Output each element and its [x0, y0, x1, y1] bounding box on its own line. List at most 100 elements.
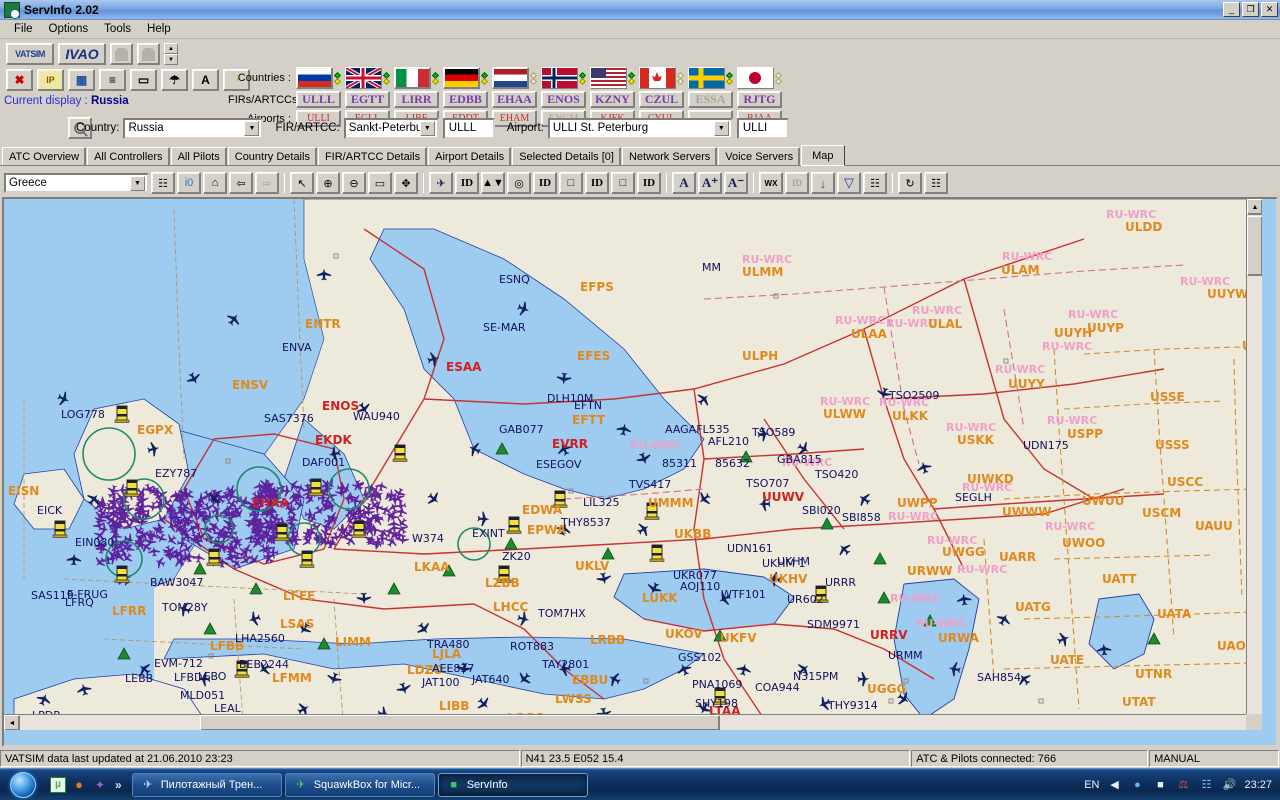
map-properties-button[interactable]: ☷ [151, 172, 175, 194]
menu-item-help[interactable]: Help [139, 21, 179, 37]
atc-tower-icon[interactable] [299, 550, 315, 568]
forward-button[interactable]: ⇨ [255, 172, 279, 194]
atc-tower-icon[interactable] [392, 444, 408, 462]
menu-item-tools[interactable]: Tools [96, 21, 139, 37]
maximize-button[interactable]: ❐ [1242, 2, 1259, 17]
show-aircraft-button[interactable]: ✈ [429, 172, 453, 194]
fir-button-lirr[interactable]: LIRR [394, 91, 439, 108]
country-cell-de[interactable] [443, 67, 490, 89]
taskbar-item-1[interactable]: ✈ Пилотажный Трен... [131, 772, 282, 797]
zoom-in-button[interactable]: ⊕ [316, 172, 340, 194]
country-cell-gb[interactable] [345, 67, 392, 89]
fir-id-button[interactable]: ID [533, 172, 557, 194]
atc-tower-icon[interactable] [308, 478, 324, 496]
minimize-button[interactable]: _ [1223, 2, 1240, 17]
airport-id-button[interactable]: ID [637, 172, 661, 194]
pilots-button[interactable] [110, 43, 133, 65]
font-larger-button[interactable]: A⁺ [698, 172, 722, 194]
chevron-up-icon[interactable]: ◀ [1106, 777, 1122, 793]
atc-tower-icon[interactable] [649, 544, 665, 562]
country-cell-us[interactable] [590, 67, 637, 89]
country-cell-ca[interactable] [639, 67, 686, 89]
tab-country-details[interactable]: Country Details [227, 147, 317, 165]
sector-id-button[interactable]: ID [585, 172, 609, 194]
fir-button-edbb[interactable]: EDBB [443, 91, 488, 108]
list-button[interactable]: ≡ [99, 69, 126, 91]
taskbar-item-2[interactable]: ✈ SquawkBox for Micr... [284, 772, 435, 797]
back-button[interactable]: ⇦ [229, 172, 253, 194]
clock[interactable]: 23:27 [1244, 779, 1272, 791]
fir-button-essa[interactable]: ESSA [688, 91, 733, 108]
fir-button-ehaa[interactable]: EHAA [492, 91, 537, 108]
vertical-scroll-thumb[interactable] [1247, 216, 1262, 276]
country-cell-it[interactable] [394, 67, 441, 89]
chevron-down-icon[interactable]: ▼ [244, 120, 260, 136]
menu-item-options[interactable]: Options [41, 21, 97, 37]
grid-button[interactable]: ▦ [68, 69, 95, 91]
ivao-logo-button[interactable]: IVAO [58, 43, 106, 65]
zoom-box-button[interactable]: ▭ [368, 172, 392, 194]
close-button[interactable]: ✕ [1261, 2, 1278, 17]
fir-button-egtt[interactable]: EGTT [345, 91, 390, 108]
atc-tower-icon[interactable] [114, 405, 130, 423]
country-cell-ru[interactable] [296, 67, 343, 89]
show-atc-button[interactable]: ▲▼ [481, 172, 505, 194]
airport-code-field[interactable]: ULLI [736, 117, 789, 139]
atc-tower-icon[interactable] [124, 479, 140, 497]
map-horizontal-scrollbar[interactable]: ◄ ► [4, 714, 1262, 730]
aircraft-id-button[interactable]: ID [455, 172, 479, 194]
tab-voice-servers[interactable]: Voice Servers [718, 147, 801, 165]
zoom-out-button[interactable]: ⊖ [342, 172, 366, 194]
select-pointer-button[interactable]: ↖ [290, 172, 314, 194]
taskbar-item-3[interactable]: ■ ServInfo [437, 772, 588, 797]
country-cell-jp[interactable] [737, 67, 784, 89]
pan-button[interactable]: ✥ [394, 172, 418, 194]
fir-button-rjtg[interactable]: RJTG [737, 91, 782, 108]
show-sector-button[interactable]: □ [559, 172, 583, 194]
fir-button-czul[interactable]: CZUL [639, 91, 684, 108]
volume-icon[interactable]: 🔊 [1221, 777, 1237, 793]
atc-tower-icon[interactable] [52, 520, 68, 538]
horizontal-scroll-thumb[interactable] [200, 715, 720, 730]
country-cell-se[interactable] [688, 67, 735, 89]
app-icon[interactable]: ✦ [92, 777, 108, 793]
weather-id-button[interactable]: ID [785, 172, 809, 194]
chat-button[interactable]: ▭ [130, 69, 157, 91]
spinner-up-icon[interactable]: ▲ [164, 43, 178, 54]
show-fir-button[interactable]: ◎ [507, 172, 531, 194]
atc-tower-icon[interactable] [274, 523, 290, 541]
airport-select[interactable]: ULLI St. Peterburg ▼ [547, 117, 733, 139]
fir-button-enos[interactable]: ENOS [541, 91, 586, 108]
chevron-down-icon[interactable]: ▼ [419, 120, 435, 136]
font-button[interactable]: A [192, 69, 219, 91]
tab-atc-overview[interactable]: ATC Overview [2, 147, 87, 165]
atc-tower-icon[interactable] [206, 548, 222, 566]
scroll-up-icon[interactable]: ▲ [1247, 199, 1262, 215]
vatsim-logo-button[interactable]: VATSIM [6, 43, 54, 65]
controllers-button[interactable] [137, 43, 160, 65]
atc-tower-icon[interactable] [351, 520, 367, 538]
fir-code-field[interactable]: ULLL [442, 117, 495, 139]
country-cell-nl[interactable] [492, 67, 539, 89]
utorrent-icon[interactable]: µ [50, 776, 66, 793]
scroll-left-icon[interactable]: ◄ [4, 715, 20, 730]
map-settings-button[interactable]: ☷ [863, 172, 887, 194]
fir-button-ulll[interactable]: ULLL [296, 91, 341, 108]
chevron-down-icon[interactable]: ▼ [713, 120, 729, 136]
home-button[interactable]: ⌂ [203, 172, 227, 194]
refresh-spinner[interactable]: ▲ ▼ [164, 43, 178, 65]
font-normal-button[interactable]: A [672, 172, 696, 194]
map-viewport[interactable]: RU-WRC RU-WRC RU-WRC RU-WRC RU-WRC RU-WRC RU-W… [2, 197, 1278, 747]
firefox-icon[interactable]: ● [71, 777, 87, 793]
network-icon[interactable]: ☷ [1198, 777, 1214, 793]
start-button[interactable] [2, 770, 44, 800]
tab-all-controllers[interactable]: All Controllers [87, 147, 170, 165]
filter-button[interactable]: ▽ [837, 172, 861, 194]
download-button[interactable]: ↓ [811, 172, 835, 194]
country-select[interactable]: Russia ▼ [123, 117, 264, 139]
menu-item-file[interactable]: File [6, 21, 41, 37]
atc-tower-icon[interactable] [114, 565, 130, 583]
tab-all-pilots[interactable]: All Pilots [170, 147, 227, 165]
ip-button[interactable]: IP [37, 69, 64, 91]
globe-button[interactable]: ἱ0 [177, 172, 201, 194]
